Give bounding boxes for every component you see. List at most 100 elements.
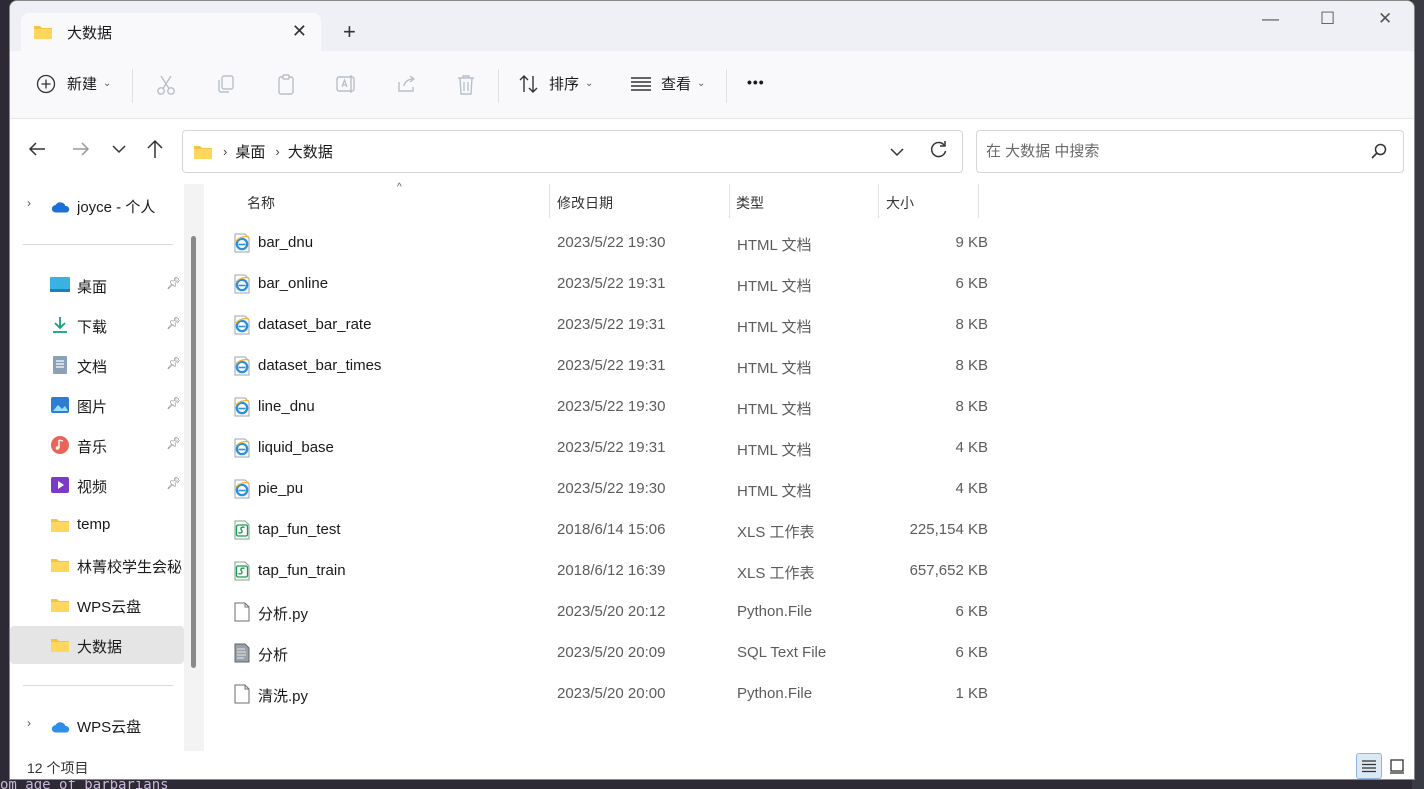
file-row[interactable]: line_dnu 2023/5/22 19:30 HTML 文档 8 KB bbox=[233, 387, 988, 428]
search-input[interactable] bbox=[986, 143, 1346, 160]
maximize-button[interactable]: ☐ bbox=[1320, 9, 1335, 29]
file-row[interactable]: liquid_base 2023/5/22 19:31 HTML 文档 4 KB bbox=[233, 428, 988, 469]
file-row[interactable]: bar_dnu 2023/5/22 19:30 HTML 文档 9 KB bbox=[233, 223, 988, 264]
column-divider[interactable] bbox=[729, 184, 730, 218]
sidebar-item-wps-cloud-folder[interactable]: WPS云盘 bbox=[10, 586, 184, 624]
pin-icon[interactable]: 📌︎ bbox=[166, 436, 181, 450]
copy-icon[interactable] bbox=[216, 74, 236, 94]
column-divider[interactable] bbox=[549, 184, 550, 218]
column-header-size[interactable]: 大小 bbox=[886, 193, 914, 213]
sidebar-item-downloads[interactable]: 下载 📌︎ bbox=[10, 306, 184, 344]
view-button[interactable]: 查看 ⌄ bbox=[630, 73, 705, 94]
pin-icon[interactable]: 📌︎ bbox=[166, 356, 181, 370]
minimize-button[interactable]: — bbox=[1262, 9, 1279, 29]
new-button[interactable]: 新建 ⌄ bbox=[36, 73, 111, 94]
file-row[interactable]: dataset_bar_rate 2023/5/22 19:31 HTML 文档 8 … bbox=[233, 305, 988, 346]
file-size: 6 KB bbox=[955, 644, 988, 661]
sidebar-scrollbar[interactable] bbox=[191, 236, 196, 668]
breadcrumb-current[interactable]: 大数据 bbox=[288, 141, 333, 162]
sort-button[interactable]: 排序 ⌄ bbox=[518, 73, 593, 94]
file-row[interactable]: dataset_bar_times 2023/5/22 19:31 HTML 文档 8… bbox=[233, 346, 988, 387]
search-box[interactable] bbox=[976, 130, 1404, 173]
sidebar-item-videos[interactable]: 视频 📌︎ bbox=[10, 466, 184, 504]
pin-icon[interactable]: 📌︎ bbox=[166, 316, 181, 330]
share-icon[interactable] bbox=[396, 74, 418, 94]
pin-icon[interactable]: 📌︎ bbox=[166, 476, 181, 490]
file-row[interactable]: tap_fun_train 2018/6/12 16:39 XLS 工作表 657,6… bbox=[233, 551, 988, 592]
address-dropdown-chevron-icon[interactable] bbox=[890, 142, 904, 162]
sidebar-item-temp[interactable]: temp bbox=[10, 506, 184, 544]
file-name[interactable]: liquid_base bbox=[258, 439, 334, 456]
file-type: HTML 文档 bbox=[737, 278, 812, 295]
file-name[interactable]: pie_pu bbox=[258, 480, 303, 497]
html-icon bbox=[233, 274, 251, 294]
paste-icon[interactable] bbox=[276, 74, 296, 96]
file-row[interactable]: bar_online 2023/5/22 19:31 HTML 文档 6 KB bbox=[233, 264, 988, 305]
file-name[interactable]: 分析.py bbox=[258, 603, 308, 624]
column-header-date[interactable]: 修改日期 bbox=[557, 193, 613, 213]
file-row[interactable]: 分析 2023/5/20 20:09 SQL Text File 6 KB bbox=[233, 633, 988, 674]
view-list-icon bbox=[631, 76, 651, 91]
tab-active[interactable]: 大数据 ✕ bbox=[21, 13, 321, 51]
new-tab-button[interactable]: + bbox=[343, 19, 356, 45]
column-divider[interactable] bbox=[978, 184, 979, 218]
delete-icon[interactable] bbox=[456, 74, 476, 96]
sidebar-item-documents[interactable]: 文档 📌︎ bbox=[10, 346, 184, 384]
file-row[interactable]: pie_pu 2023/5/22 19:30 HTML 文档 4 KB bbox=[233, 469, 988, 510]
back-arrow-icon[interactable] bbox=[27, 139, 47, 159]
music-icon bbox=[51, 436, 69, 454]
rename-icon[interactable] bbox=[336, 74, 358, 94]
file-type: SQL Text File bbox=[737, 644, 827, 661]
sidebar-item-music[interactable]: 音乐 📌︎ bbox=[10, 426, 184, 464]
file-name[interactable]: bar_dnu bbox=[258, 234, 313, 251]
sidebar-item-pictures[interactable]: 图片 📌︎ bbox=[10, 386, 184, 424]
file-name[interactable]: bar_online bbox=[258, 275, 328, 292]
cut-icon[interactable] bbox=[156, 74, 176, 96]
sidebar-item-bigdata[interactable]: 大数据 bbox=[10, 626, 184, 664]
refresh-icon[interactable] bbox=[928, 139, 948, 161]
desktop-icon bbox=[50, 277, 70, 292]
file-row[interactable]: tap_fun_test 2018/6/14 15:06 XLS 工作表 225,15… bbox=[233, 510, 988, 551]
file-name[interactable]: 清洗.py bbox=[258, 685, 308, 706]
file-name[interactable]: line_dnu bbox=[258, 398, 315, 415]
chevron-right-icon[interactable]: › bbox=[27, 716, 31, 730]
sidebar-item-student-union[interactable]: 林菁校学生会秘 bbox=[10, 546, 184, 584]
breadcrumb-desktop[interactable]: 桌面 bbox=[235, 141, 265, 162]
column-header-type[interactable]: 类型 bbox=[736, 193, 764, 213]
sidebar-item-label: WPS云盘 bbox=[77, 719, 142, 736]
file-name[interactable]: dataset_bar_times bbox=[258, 357, 381, 374]
address-bar[interactable]: › 桌面 › 大数据 bbox=[182, 130, 963, 173]
column-divider[interactable] bbox=[878, 184, 879, 218]
html-icon bbox=[233, 479, 251, 499]
sidebar-item-label: 林菁校学生会秘 bbox=[77, 559, 183, 576]
sidebar-item-onedrive[interactable]: › joyce - 个人 bbox=[10, 186, 184, 224]
tiles-view-button[interactable] bbox=[1384, 753, 1410, 779]
file-row[interactable]: 清洗.py 2023/5/20 20:00 Python.File 1 KB bbox=[233, 674, 988, 715]
tab-close-button[interactable]: ✕ bbox=[292, 21, 307, 42]
sidebar-item-wps-cloud[interactable]: › WPS云盘 bbox=[10, 706, 184, 744]
file-row[interactable]: 分析.py 2023/5/20 20:12 Python.File 6 KB bbox=[233, 592, 988, 633]
pin-icon[interactable]: 📌︎ bbox=[166, 396, 181, 410]
details-view-button[interactable] bbox=[1356, 753, 1382, 779]
file-name[interactable]: 分析 bbox=[258, 644, 288, 665]
column-header-name[interactable]: 名称 bbox=[247, 193, 275, 213]
file-name[interactable]: tap_fun_test bbox=[258, 521, 341, 538]
search-icon[interactable] bbox=[1371, 143, 1387, 159]
file-type: HTML 文档 bbox=[737, 483, 812, 500]
forward-arrow-icon[interactable] bbox=[71, 139, 91, 159]
file-name[interactable]: tap_fun_train bbox=[258, 562, 346, 579]
file-type: HTML 文档 bbox=[737, 237, 812, 254]
file-type: Python.File bbox=[737, 603, 813, 620]
pin-icon[interactable]: 📌︎ bbox=[166, 276, 181, 290]
chevron-right-icon[interactable]: › bbox=[27, 196, 31, 210]
close-window-button[interactable]: ✕ bbox=[1378, 9, 1392, 29]
file-type: XLS 工作表 bbox=[737, 565, 815, 582]
recent-locations-chevron-icon[interactable] bbox=[112, 143, 126, 155]
file-date: 2018/6/12 16:39 bbox=[557, 562, 666, 579]
folder-icon bbox=[194, 145, 212, 159]
file-name[interactable]: dataset_bar_rate bbox=[258, 316, 371, 333]
sidebar-item-desktop[interactable]: 桌面 📌︎ bbox=[10, 266, 184, 304]
more-options-button[interactable]: ••• bbox=[747, 74, 765, 90]
up-arrow-icon[interactable] bbox=[146, 139, 164, 159]
file-size: 8 KB bbox=[955, 316, 988, 333]
